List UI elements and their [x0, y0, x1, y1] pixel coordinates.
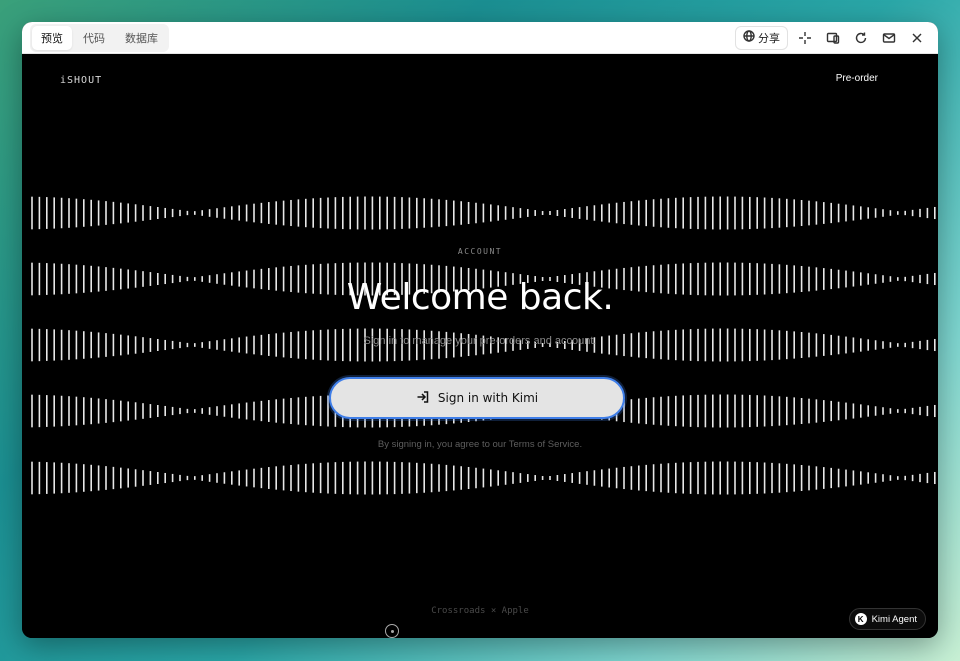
scroll-indicator[interactable]	[385, 624, 399, 638]
signin-with-kimi-button[interactable]: Sign in with Kimi	[329, 377, 625, 419]
agent-label: Kimi Agent	[871, 613, 917, 625]
globe-icon	[743, 30, 755, 45]
tab-database[interactable]: 数据库	[116, 26, 167, 50]
signin-panel: ACCOUNT Welcome back. Sign in to manage …	[22, 55, 938, 638]
close-icon[interactable]	[906, 27, 928, 49]
page-title: Welcome back.	[346, 277, 614, 318]
footer-credit: Crossroads × Apple	[431, 606, 529, 616]
terms-notice: By signing in, you agree to our Terms of…	[377, 439, 583, 450]
mail-icon[interactable]	[878, 27, 900, 49]
signin-label: Sign in with Kimi	[437, 391, 539, 405]
browser-window: 预览 代码 数据库 分享 iSHOUT Pre-order ACCOUNT We…	[22, 22, 938, 638]
kimi-agent-badge[interactable]: K Kimi Agent	[848, 608, 926, 630]
share-button[interactable]: 分享	[735, 25, 788, 50]
page-stage: iSHOUT Pre-order ACCOUNT Welcome back. S…	[22, 55, 938, 638]
login-arrow-icon	[416, 390, 430, 407]
page-subtitle: Sign in to manage your pre-orders and ac…	[363, 335, 597, 347]
tab-preview[interactable]: 预览	[32, 25, 72, 50]
preview-toolbar: 预览 代码 数据库 分享	[22, 22, 938, 54]
view-tabs: 预览 代码 数据库	[30, 23, 169, 52]
share-label: 分享	[758, 31, 780, 45]
section-eyebrow: ACCOUNT	[457, 247, 503, 256]
kimi-logo-icon: K	[854, 613, 867, 625]
refresh-icon[interactable]	[850, 27, 872, 49]
toolbar-actions: 分享	[735, 25, 928, 50]
select-element-icon[interactable]	[794, 27, 816, 49]
tab-code[interactable]: 代码	[74, 26, 114, 50]
device-preview-icon[interactable]	[822, 27, 844, 49]
